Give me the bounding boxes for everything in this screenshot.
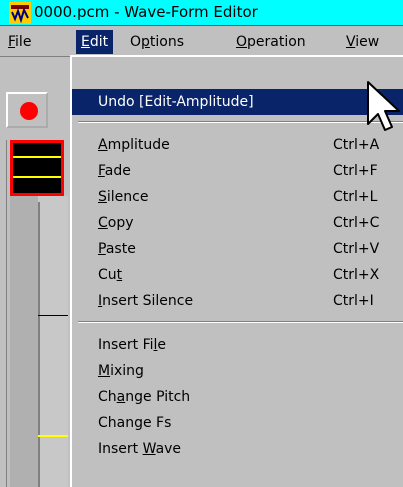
window-title: 0000.pcm - Wave-Form Editor	[34, 3, 258, 21]
title-bar[interactable]: 0000.pcm - Wave-Form Editor	[0, 0, 403, 26]
waveform-cursor-line	[38, 435, 68, 437]
waveform-marker-bottom	[13, 176, 61, 178]
record-button[interactable]	[6, 92, 48, 128]
edit-dropdown-menu: Undo [Edit-Amplitude] Amplitude Ctrl+A F…	[70, 55, 403, 487]
waveform-marker-top	[13, 156, 61, 158]
menu-bar: File Edit Options Operation View	[0, 26, 403, 57]
menu-item-insert-wave[interactable]: Insert Wave	[72, 436, 403, 462]
menu-item-copy[interactable]: Copy Ctrl+C	[72, 210, 403, 236]
menu-item-silence[interactable]: Silence Ctrl+L	[72, 184, 403, 210]
menu-item-amplitude[interactable]: Amplitude Ctrl+A	[72, 132, 403, 158]
menu-separator	[78, 321, 403, 323]
menu-item-shortcut: Ctrl+X	[333, 267, 380, 283]
menu-item-change-pitch[interactable]: Change Pitch	[72, 384, 403, 410]
menu-item-label: Undo [Edit-Amplitude]	[98, 94, 254, 110]
wave-editor-app-icon	[9, 2, 31, 24]
menu-item-mixing[interactable]: Mixing	[72, 358, 403, 384]
menu-separator	[78, 121, 403, 123]
menu-item-change-fs[interactable]: Change Fs	[72, 410, 403, 436]
menu-item-undo[interactable]: Undo [Edit-Amplitude]	[72, 89, 403, 115]
menu-item-insert-silence[interactable]: Insert Silence Ctrl+I	[72, 288, 403, 314]
menu-item-shortcut: Ctrl+I	[333, 293, 374, 309]
menu-item-paste[interactable]: Paste Ctrl+V	[72, 236, 403, 262]
menu-item-cut[interactable]: Cut Ctrl+X	[72, 262, 403, 288]
waveform-overview[interactable]	[10, 140, 64, 196]
menu-file[interactable]: File	[8, 31, 31, 53]
menu-operation[interactable]: Operation	[236, 31, 306, 53]
mouse-pointer-icon	[367, 81, 400, 131]
menu-view[interactable]: View	[346, 31, 379, 53]
menu-item-shortcut: Ctrl+C	[333, 215, 380, 231]
menu-item-fade[interactable]: Fade Ctrl+F	[72, 158, 403, 184]
menu-item-shortcut: Ctrl+L	[333, 189, 378, 205]
menu-options[interactable]: Options	[130, 31, 184, 53]
waveform-axis-line	[38, 202, 40, 487]
menu-item-shortcut: Ctrl+F	[333, 163, 378, 179]
record-icon	[20, 102, 38, 120]
waveform-channel-right	[38, 196, 68, 487]
menu-item-insert-file[interactable]: Insert File	[72, 332, 403, 358]
menu-item-shortcut: Ctrl+V	[333, 241, 380, 257]
waveform-tick	[38, 315, 68, 316]
menu-edit[interactable]: Edit	[76, 30, 114, 54]
waveform-channel-left	[10, 196, 38, 487]
